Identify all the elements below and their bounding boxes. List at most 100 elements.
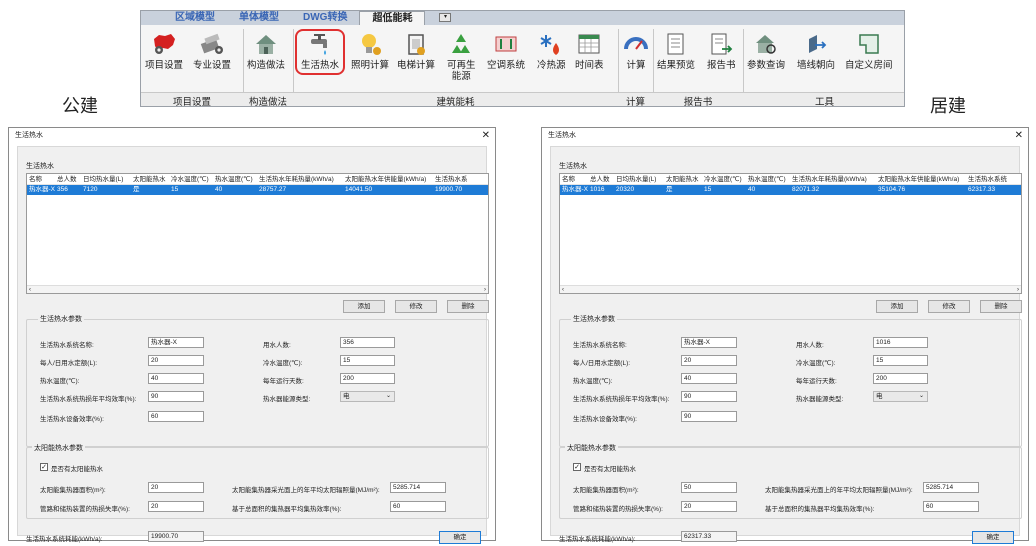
heat-loss-input[interactable]: 20: [148, 501, 204, 512]
tab-dwg-convert[interactable]: DWG转换: [291, 11, 359, 25]
tab-single-model[interactable]: 单体模型: [227, 11, 291, 25]
scroll-right-icon[interactable]: ›: [1017, 286, 1019, 293]
column-header[interactable]: 冷水温度(℃): [169, 174, 213, 184]
collector-area-input[interactable]: 50: [681, 482, 737, 493]
pipe-efficiency-input[interactable]: 90: [681, 391, 737, 402]
column-header[interactable]: 太阳能热水: [664, 174, 702, 184]
chevron-down-icon: ⌄: [918, 393, 924, 399]
column-header[interactable]: 生活热水年耗热量(kWh/a): [790, 174, 876, 184]
column-header[interactable]: 生活热水系: [433, 174, 488, 184]
column-header[interactable]: 太阳能热水年供能量(kWh/a): [876, 174, 966, 184]
ac-system-button[interactable]: 空调系统: [487, 31, 525, 71]
column-header[interactable]: 总人数: [588, 174, 614, 184]
renewable-energy-button[interactable]: 可再生 能源: [447, 31, 476, 82]
hot-water-list[interactable]: 名称 总人数 日均热水量(L) 太阳能热水 冷水温度(℃) 热水温度(℃) 生活…: [26, 173, 489, 294]
report-button[interactable]: 报告书: [707, 31, 736, 71]
column-header[interactable]: 冷水温度(℃): [702, 174, 746, 184]
solar-radiation-input[interactable]: 5285.714: [923, 482, 979, 493]
energy-type-select[interactable]: 电 ⌄: [873, 391, 928, 402]
tab-ultra-low-energy[interactable]: 超低能耗: [359, 11, 426, 25]
users-input[interactable]: 1016: [873, 337, 928, 348]
cold-temp-input[interactable]: 15: [873, 355, 928, 366]
project-settings-button[interactable]: 项目设置: [145, 31, 183, 71]
users-input[interactable]: 356: [340, 337, 395, 348]
ok-button[interactable]: 确定: [972, 531, 1014, 544]
params-section-title: 生活热水参数: [571, 314, 617, 324]
heat-loss-label: 管路和储热装置的热损失率(%):: [573, 506, 663, 513]
pipe-efficiency-input[interactable]: 90: [148, 391, 204, 402]
column-header[interactable]: 名称: [560, 174, 588, 184]
add-button[interactable]: 添加: [876, 300, 918, 313]
calculate-button[interactable]: 计算: [623, 31, 649, 71]
cold-heat-source-button[interactable]: 冷热源: [537, 31, 566, 71]
cold-temp-input[interactable]: 15: [340, 355, 395, 366]
run-days-input[interactable]: 200: [340, 373, 395, 384]
elevator-calc-button[interactable]: 电梯计算: [397, 31, 435, 71]
param-query-button[interactable]: 参数查询: [747, 31, 785, 71]
collector-efficiency-input[interactable]: 60: [390, 501, 446, 512]
table-row[interactable]: 热水器-X 1016 20320 是 15 40 82071.32 35104.…: [560, 185, 1021, 195]
schedule-button[interactable]: 时间表: [575, 31, 604, 71]
collector-area-input[interactable]: 20: [148, 482, 204, 493]
column-header[interactable]: 日均热水量(L): [81, 174, 131, 184]
domestic-hot-water-button[interactable]: 生活热水: [295, 29, 346, 75]
horizontal-scrollbar[interactable]: ‹ ›: [27, 285, 488, 293]
delete-button[interactable]: 删除: [447, 300, 489, 313]
system-name-input[interactable]: 热水器-X: [148, 337, 204, 348]
column-header[interactable]: 太阳能热水: [131, 174, 169, 184]
hot-water-list[interactable]: 名称 总人数 日均热水量(L) 太阳能热水 冷水温度(℃) 热水温度(℃) 生活…: [559, 173, 1022, 294]
scroll-right-icon[interactable]: ›: [484, 286, 486, 293]
heat-loss-input[interactable]: 20: [681, 501, 737, 512]
china-map-gear-icon: [154, 34, 175, 54]
ribbon-minimize-icon[interactable]: ▾: [439, 13, 452, 22]
construction-label: 构造做法: [247, 60, 286, 71]
collector-efficiency-input[interactable]: 60: [923, 501, 979, 512]
scroll-left-icon[interactable]: ‹: [29, 286, 31, 293]
close-icon[interactable]: ✕: [1015, 128, 1023, 144]
hot-temp-input[interactable]: 40: [681, 373, 737, 384]
collector-efficiency-label: 基于总面积的集热器平均集热效率(%):: [232, 506, 342, 513]
discipline-settings-button[interactable]: 专业设置: [193, 31, 231, 71]
column-header[interactable]: 热水温度(℃): [213, 174, 257, 184]
column-header[interactable]: 生活热水年耗热量(kWh/a): [257, 174, 343, 184]
wall-orientation-button[interactable]: 墙线朝向: [797, 31, 835, 71]
column-header[interactable]: 热水温度(℃): [746, 174, 790, 184]
column-header[interactable]: 名称: [27, 174, 55, 184]
run-days-input[interactable]: 200: [873, 373, 928, 384]
column-header[interactable]: 日均热水量(L): [614, 174, 664, 184]
table-cell: 15: [704, 186, 712, 193]
tab-region-model[interactable]: 区域模型: [163, 11, 227, 25]
result-preview-button[interactable]: 结果预览: [657, 31, 695, 71]
solar-checkbox[interactable]: ✓: [573, 463, 581, 471]
daily-water-input[interactable]: 20: [148, 355, 204, 366]
domestic-hot-water-label: 生活热水: [301, 60, 340, 71]
custom-room-button[interactable]: 自定义房间: [845, 31, 893, 71]
heater-efficiency-input[interactable]: 90: [681, 411, 737, 422]
close-icon[interactable]: ✕: [482, 128, 490, 144]
column-header[interactable]: 总人数: [55, 174, 81, 184]
add-button[interactable]: 添加: [343, 300, 385, 313]
construction-button[interactable]: 构造做法: [247, 31, 285, 71]
residential-building-label: 居建: [930, 96, 966, 117]
system-name-input[interactable]: 热水器-X: [681, 337, 737, 348]
table-row[interactable]: 热水器-X 356 7120 是 15 40 28757.27 14041.50…: [27, 185, 488, 195]
solar-checkbox[interactable]: ✓: [40, 463, 48, 471]
modify-button[interactable]: 修改: [395, 300, 437, 313]
horizontal-scrollbar[interactable]: ‹ ›: [560, 285, 1021, 293]
modify-button[interactable]: 修改: [928, 300, 970, 313]
hot-temp-input[interactable]: 40: [148, 373, 204, 384]
scroll-left-icon[interactable]: ‹: [562, 286, 564, 293]
column-header[interactable]: 太阳能热水年供能量(kWh/a): [343, 174, 433, 184]
solar-radiation-input[interactable]: 5285.714: [390, 482, 446, 493]
report-label: 报告书: [707, 60, 736, 71]
recycle-icon: [452, 34, 471, 53]
heater-efficiency-input[interactable]: 60: [148, 411, 204, 422]
daily-water-input[interactable]: 20: [681, 355, 737, 366]
ok-button[interactable]: 确定: [439, 531, 481, 544]
lighting-calc-button[interactable]: 照明计算: [351, 31, 389, 71]
column-header[interactable]: 生活热水系统: [966, 174, 1021, 184]
energy-type-select[interactable]: 电 ⌄: [340, 391, 395, 402]
list-header: 名称 总人数 日均热水量(L) 太阳能热水 冷水温度(℃) 热水温度(℃) 生活…: [27, 174, 488, 185]
group-label-tools: 工具: [814, 97, 834, 108]
delete-button[interactable]: 删除: [980, 300, 1022, 313]
